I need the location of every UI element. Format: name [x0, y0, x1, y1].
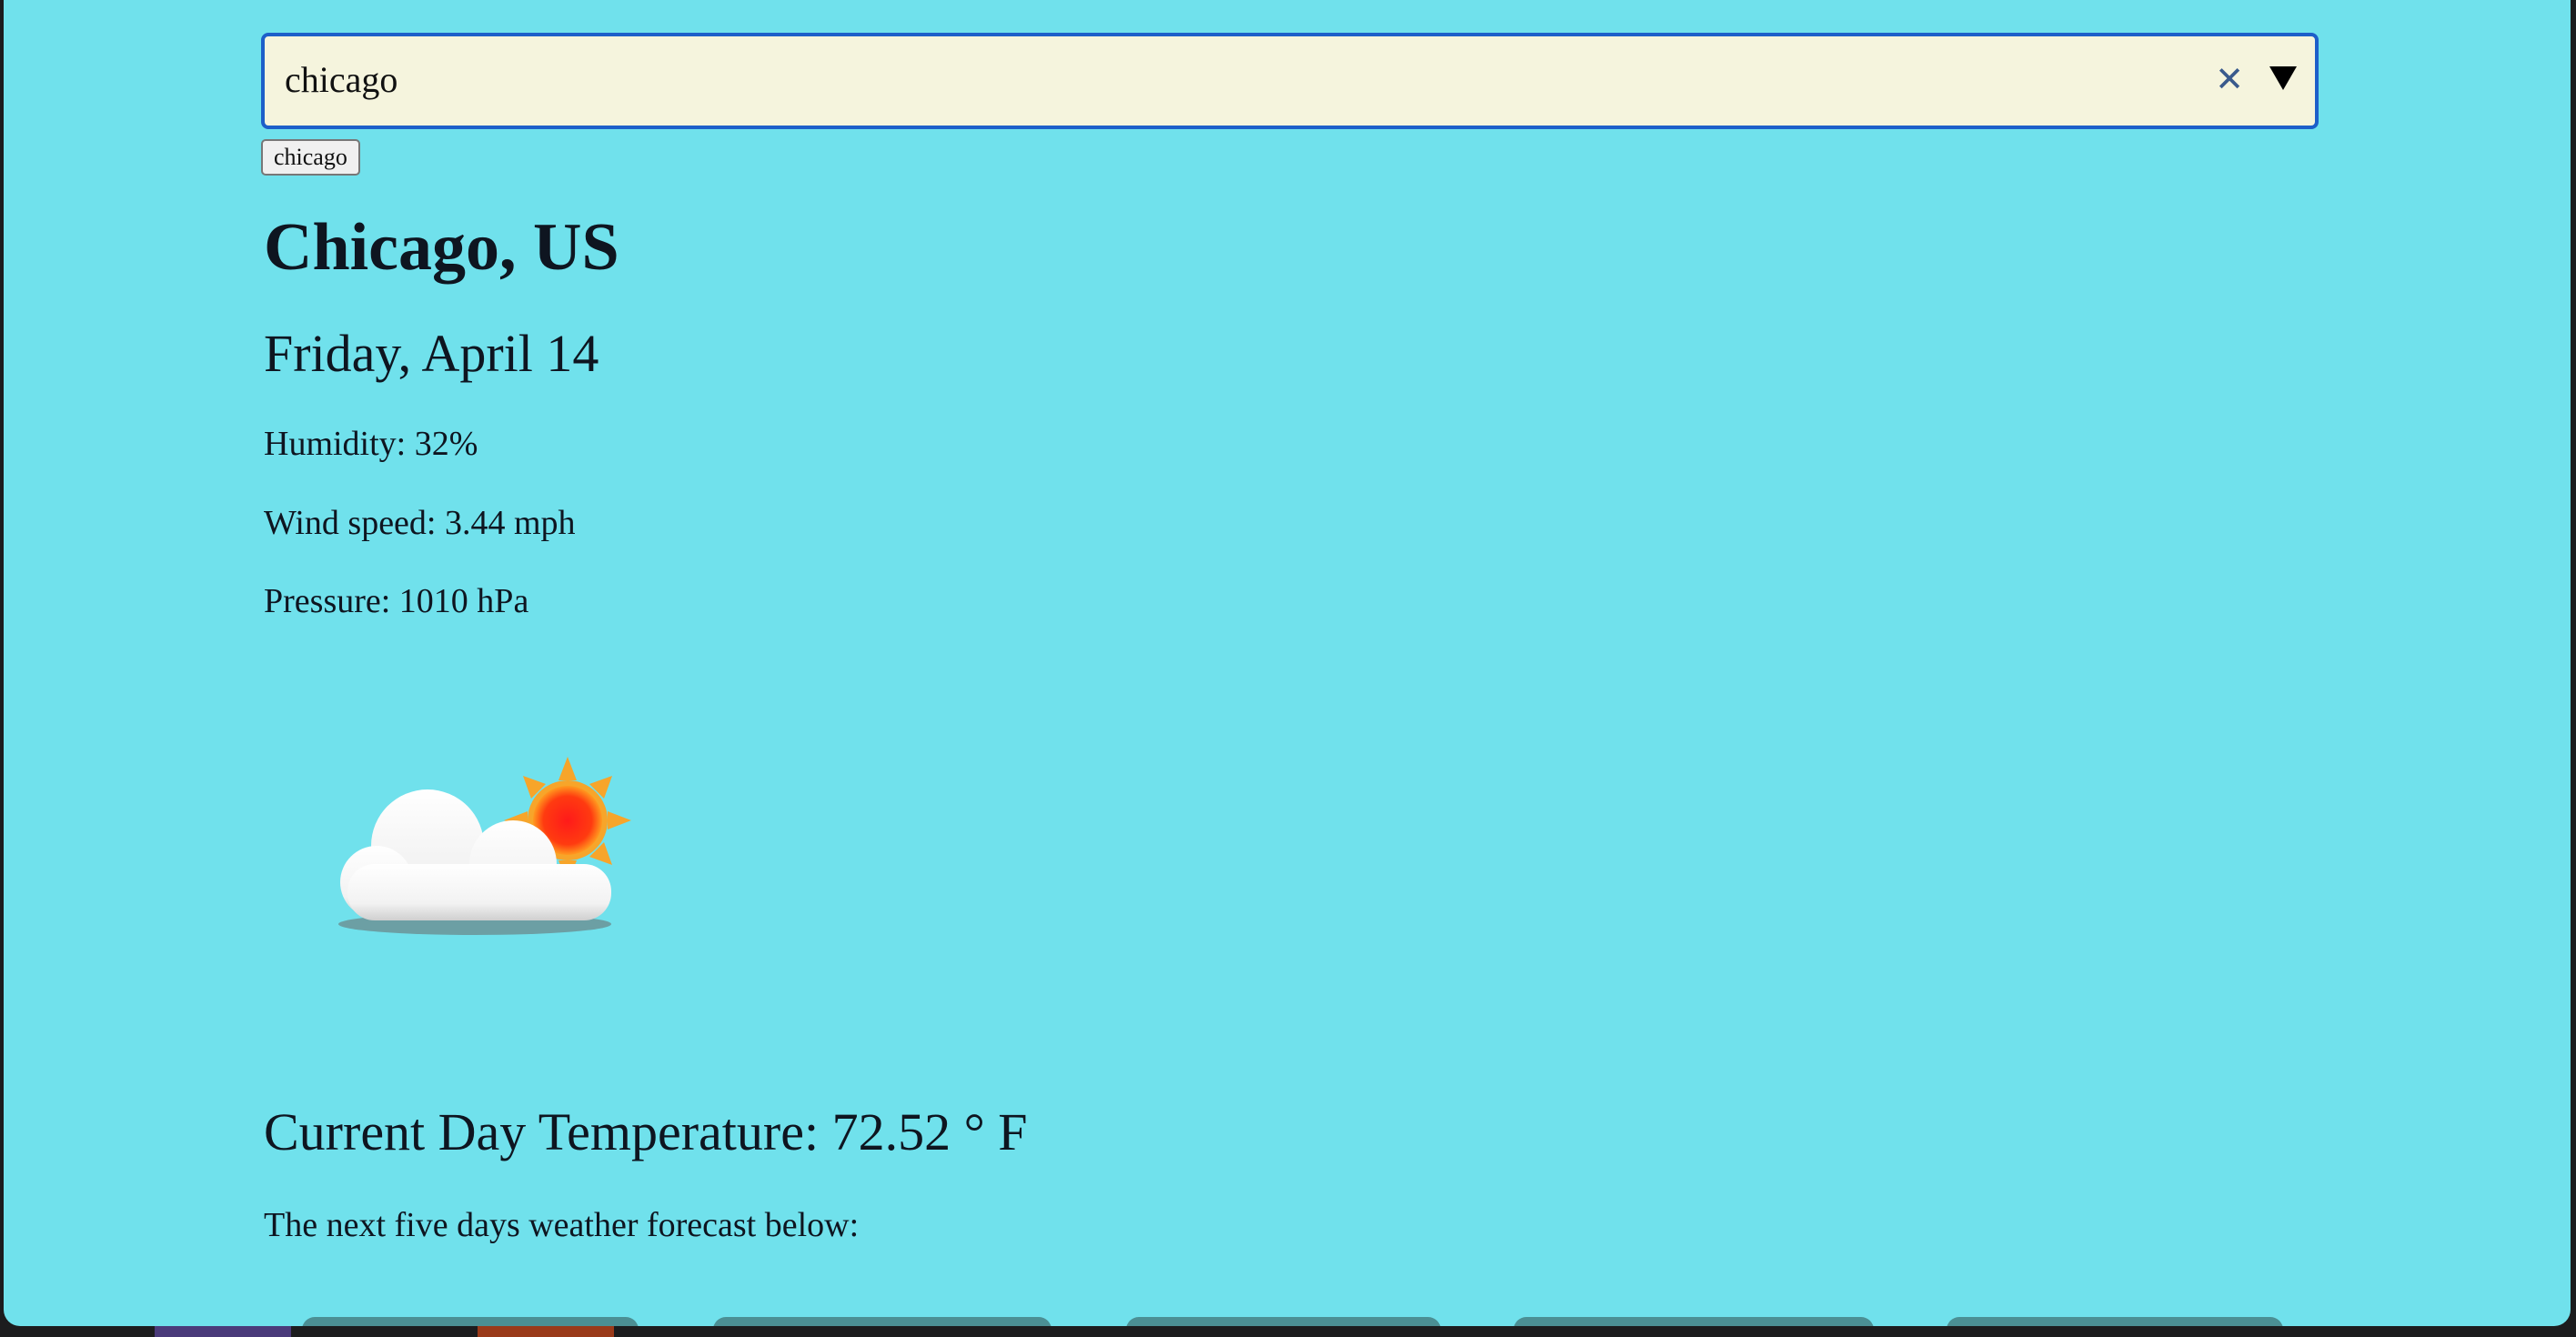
chevron-down-icon[interactable] [2269, 66, 2297, 90]
city-suggestion-button[interactable]: chicago [261, 139, 360, 176]
close-icon[interactable]: ✕ [2215, 59, 2244, 99]
partly-cloudy-icon [338, 757, 631, 935]
current-date: Friday, April 14 [264, 324, 599, 383]
search-input-value[interactable]: chicago [285, 60, 397, 100]
forecast-card [1947, 1317, 2283, 1326]
forecast-card [1514, 1317, 1874, 1326]
city-search-select[interactable]: chicago ✕ [261, 33, 2319, 129]
app-window: chicago ✕ chicago Chicago, US Friday, Ap… [4, 0, 2571, 1326]
forecast-card [713, 1317, 1052, 1326]
city-title: Chicago, US [264, 210, 619, 285]
taskbar-app-icon[interactable] [478, 1326, 614, 1337]
taskbar-app-icon[interactable] [155, 1326, 291, 1337]
humidity-text: Humidity: 32% [264, 425, 478, 463]
wind-speed-text: Wind speed: 3.44 mph [264, 504, 576, 542]
forecast-intro-text: The next five days weather forecast belo… [264, 1206, 860, 1244]
pressure-text: Pressure: 1010 hPa [264, 582, 529, 620]
current-temperature: Current Day Temperature: 72.52 ° F [264, 1102, 1028, 1161]
forecast-card [302, 1317, 639, 1326]
forecast-card [1126, 1317, 1441, 1326]
